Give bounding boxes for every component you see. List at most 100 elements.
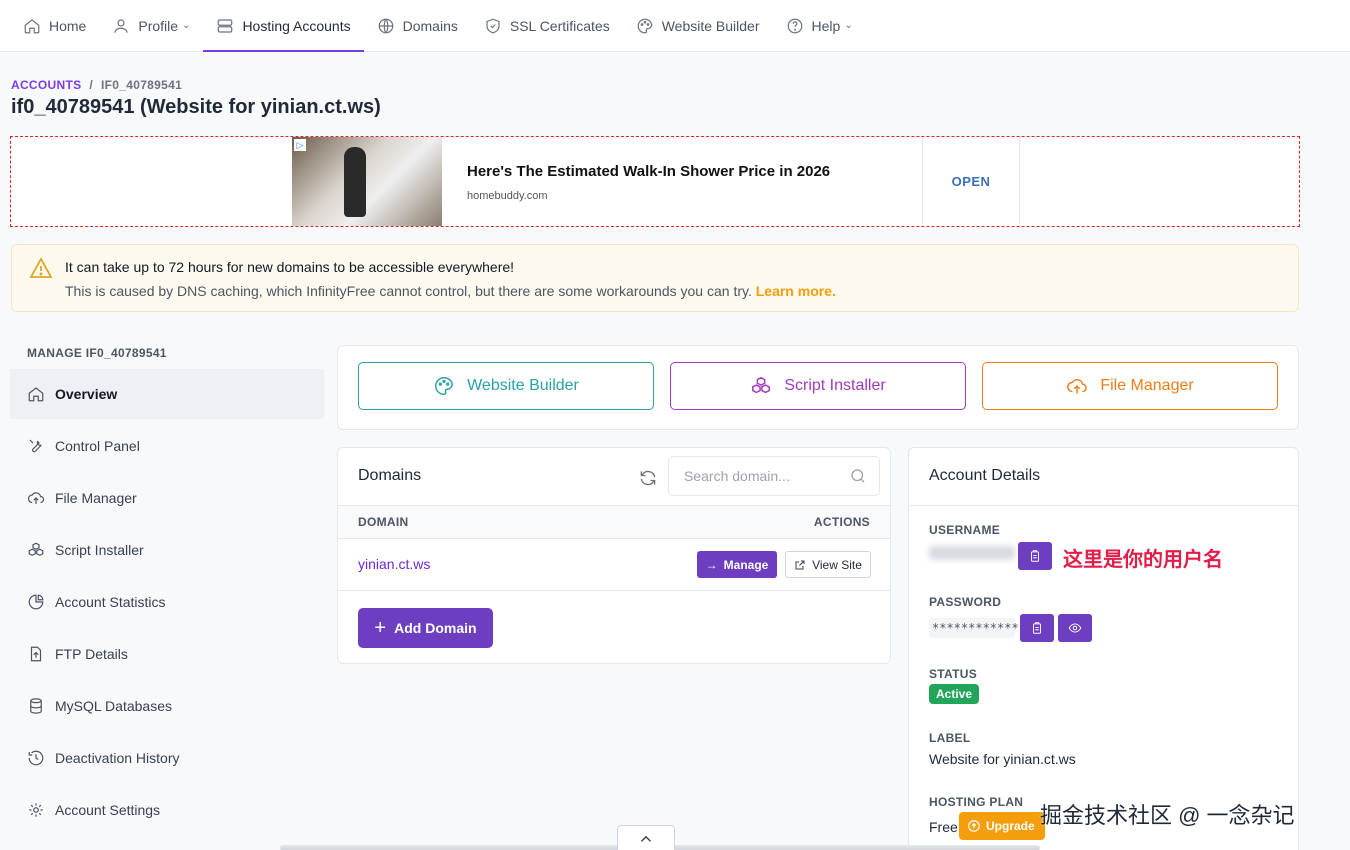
website-builder-button[interactable]: Website Builder	[358, 362, 654, 410]
cloud-upload-icon	[1067, 378, 1088, 394]
manage-label: Manage	[723, 557, 769, 572]
palette-icon	[637, 18, 653, 33]
user-icon	[114, 18, 128, 33]
column-actions: ACTIONS	[813, 515, 870, 529]
sidebar-item-label: Overview	[55, 386, 118, 402]
username-label: USERNAME	[929, 523, 1001, 537]
sidebar-item-overview[interactable]: Overview	[10, 369, 324, 419]
username-annotation: 这里是你的用户名	[1063, 549, 1223, 571]
scroll-to-top-button[interactable]	[617, 825, 675, 850]
sidebar-item-label: MySQL Databases	[55, 698, 172, 714]
arrow-up-circle-icon	[968, 820, 980, 832]
column-domain: DOMAIN	[358, 515, 409, 529]
sidebar-item-label: Control Panel	[55, 438, 140, 454]
nav-profile-label: Profile	[138, 17, 179, 34]
ad-image[interactable]: ▷	[292, 137, 442, 226]
refresh-icon[interactable]	[638, 468, 658, 488]
add-domain-label: Add Domain	[394, 620, 477, 636]
sidebar-item-file-manager[interactable]: File Manager	[10, 473, 324, 523]
domain-link[interactable]: yinian.ct.ws	[358, 556, 430, 572]
sidebar-item-deactivation-history[interactable]: Deactivation History	[10, 733, 324, 783]
clipboard-icon	[1031, 550, 1039, 562]
nav-domains-label: Domains	[402, 17, 458, 34]
chevron-up-icon	[640, 835, 652, 842]
nav-domains[interactable]: Domains	[364, 0, 471, 51]
file-manager-button[interactable]: File Manager	[982, 362, 1278, 410]
nav-help-label: Help	[811, 17, 841, 34]
label-label: LABEL	[929, 731, 971, 745]
sidebar-item-control-panel[interactable]: Control Panel	[10, 421, 324, 471]
chevron-down-icon: ⌄	[182, 20, 191, 31]
server-icon	[218, 18, 233, 33]
manage-button[interactable]: → Manage	[697, 551, 777, 578]
breadcrumb-current: IF0_40789541	[101, 78, 183, 92]
wrench-icon	[29, 439, 42, 453]
domains-title: Domains	[358, 467, 422, 484]
home-icon	[24, 18, 40, 33]
shield-icon	[486, 18, 500, 33]
breadcrumb-accounts[interactable]: ACCOUNTS	[11, 78, 81, 92]
script-installer-label: Script Installer	[784, 377, 886, 394]
alert-body-text: This is caused by DNS caching, which Inf…	[65, 283, 752, 299]
view-site-button[interactable]: View Site	[785, 551, 871, 578]
top-navigation: Home Profile ⌄ Hosting Accounts Domains …	[0, 0, 1350, 52]
sidebar-item-script-installer[interactable]: Script Installer	[10, 525, 324, 575]
domains-table-header: DOMAIN ACTIONS	[338, 505, 890, 539]
nav-ssl-label: SSL Certificates	[509, 17, 610, 34]
breadcrumb: ACCOUNTS / IF0_40789541	[11, 78, 182, 92]
nav-profile[interactable]: Profile ⌄	[99, 0, 203, 51]
nav-help[interactable]: Help ⌄	[773, 0, 866, 51]
ad-headline[interactable]: Here's The Estimated Walk-In Shower Pric…	[467, 163, 922, 180]
sidebar-item-ftp-details[interactable]: FTP Details	[10, 629, 324, 679]
history-icon	[28, 750, 44, 766]
chevron-down-icon: ⌄	[844, 20, 853, 31]
ad-image-figure	[344, 147, 366, 217]
sidebar-item-label: Script Installer	[55, 542, 144, 558]
show-password-button[interactable]	[1058, 614, 1092, 642]
advertisement: ▷ Here's The Estimated Walk-In Shower Pr…	[10, 136, 1300, 227]
nav-website-builder[interactable]: Website Builder	[623, 0, 773, 51]
plus-icon: +	[374, 617, 387, 639]
adchoices-icon[interactable]: ▷	[294, 139, 306, 151]
ad-banner[interactable]: ▷ Here's The Estimated Walk-In Shower Pr…	[292, 137, 1020, 226]
gear-icon	[29, 803, 43, 817]
upgrade-button[interactable]: Upgrade	[959, 812, 1045, 840]
cubes-icon	[28, 542, 44, 556]
ad-text[interactable]: Here's The Estimated Walk-In Shower Pric…	[442, 137, 922, 226]
website-builder-label: Website Builder	[467, 377, 579, 394]
nav-home[interactable]: Home	[10, 0, 99, 51]
label-value: Website for yinian.ct.ws	[929, 751, 1076, 767]
sidebar-item-label: File Manager	[55, 490, 137, 506]
hosting-plan-value: Free	[929, 819, 958, 835]
sidebar-item-account-settings[interactable]: Account Settings	[10, 785, 324, 835]
globe-icon	[378, 18, 393, 33]
copy-password-button[interactable]	[1020, 614, 1054, 642]
status-label: STATUS	[929, 667, 978, 681]
sidebar-item-mysql-databases[interactable]: MySQL Databases	[10, 681, 324, 731]
sidebar-item-label: FTP Details	[55, 646, 128, 662]
status-badge: Active	[929, 684, 980, 704]
ad-open-button[interactable]: OPEN	[922, 137, 1020, 226]
script-installer-button[interactable]: Script Installer	[670, 362, 966, 410]
nav-ssl[interactable]: SSL Certificates	[471, 0, 623, 51]
upgrade-label: Upgrade	[986, 819, 1035, 833]
copy-username-button[interactable]	[1018, 542, 1052, 570]
sidebar-heading: MANAGE IF0_40789541	[27, 346, 167, 360]
divider	[909, 505, 1299, 506]
help-icon	[787, 18, 802, 33]
arrow-right-icon: →	[705, 557, 718, 572]
nav-hosting-accounts[interactable]: Hosting Accounts	[203, 0, 364, 52]
username-value-redacted	[929, 546, 1015, 560]
add-domain-button[interactable]: + Add Domain	[358, 608, 493, 648]
pie-chart-icon	[28, 594, 44, 610]
file-manager-label: File Manager	[1100, 377, 1194, 394]
watermark: 掘金技术社区 @ 一念杂记	[1040, 803, 1295, 828]
sidebar-item-account-statistics[interactable]: Account Statistics	[10, 577, 324, 627]
domains-card: Domains DOMAIN ACTIONS yinian.ct.ws → Ma…	[337, 447, 891, 664]
nav-home-label: Home	[49, 17, 87, 34]
learn-more-link[interactable]: Learn more.	[756, 283, 836, 299]
warning-icon	[29, 257, 53, 278]
nav-website-builder-label: Website Builder	[661, 17, 760, 34]
sidebar-item-label: Account Settings	[55, 802, 161, 818]
breadcrumb-separator: /	[89, 78, 94, 92]
